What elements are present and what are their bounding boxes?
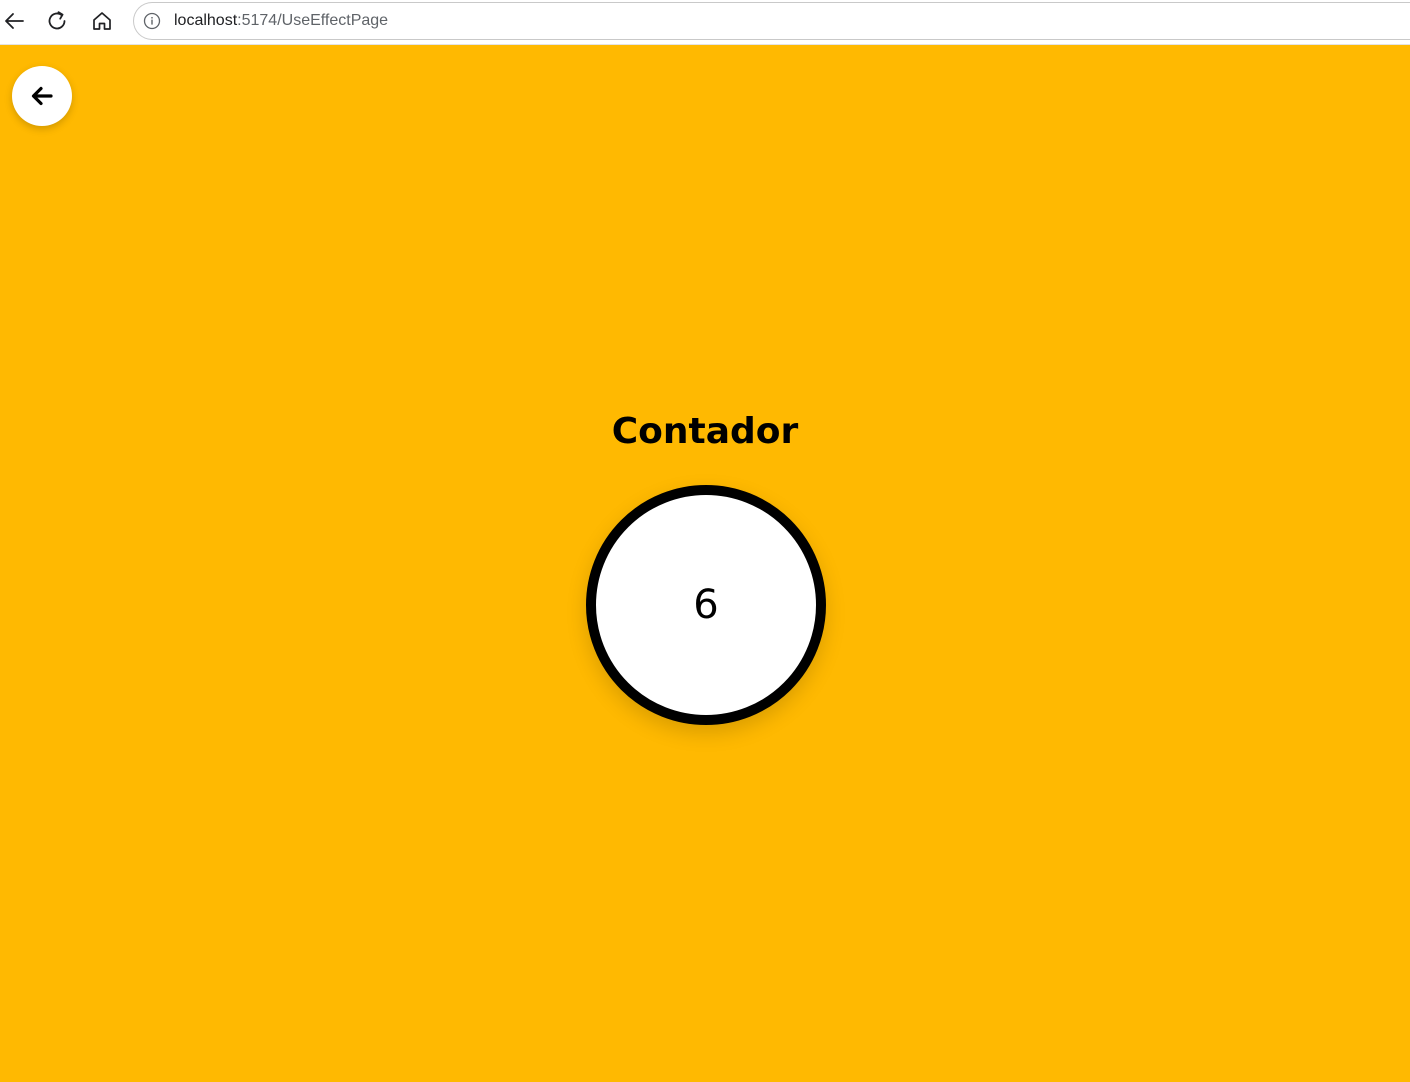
url-text[interactable]: localhost:5174/UseEffectPage (174, 12, 388, 30)
page-title: Contador (611, 411, 799, 452)
browser-reload-button[interactable] (43, 7, 71, 35)
url-path: :5174/UseEffectPage (237, 12, 389, 29)
browser-back-button[interactable] (0, 7, 28, 35)
arrow-left-icon (31, 86, 53, 106)
reload-icon (48, 11, 66, 30)
arrow-left-icon (5, 13, 24, 29)
home-icon (93, 12, 111, 30)
back-button[interactable] (12, 66, 72, 126)
url-host: localhost (174, 12, 238, 29)
counter-display: 6 (586, 485, 826, 725)
counter-value: 6 (693, 582, 719, 628)
browser-toolbar: localhost:5174/UseEffectPage (0, 0, 1410, 45)
browser-home-button[interactable] (88, 7, 116, 35)
address-bar[interactable]: localhost:5174/UseEffectPage (133, 2, 1410, 40)
info-icon[interactable] (142, 11, 162, 31)
page-content: Contador 6 (0, 45, 1410, 1082)
